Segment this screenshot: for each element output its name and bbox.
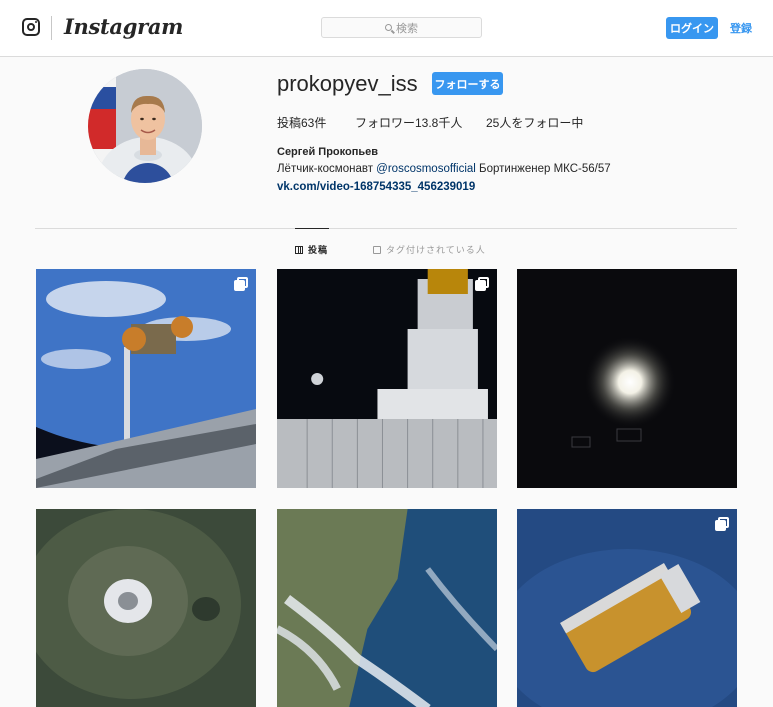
profile-full-name: Сергей Прокопьев — [277, 146, 379, 158]
post-tile-5[interactable] — [277, 509, 497, 707]
instagram-camera-icon[interactable] — [22, 18, 40, 36]
follow-button[interactable]: フォローする — [432, 72, 503, 95]
post-tile-4[interactable] — [36, 509, 256, 707]
search-input[interactable]: 検索 — [321, 17, 482, 38]
tab-tagged-label: タグ付けされている人 — [386, 245, 486, 255]
login-button[interactable]: ログイン — [666, 17, 718, 39]
search-placeholder: 検索 — [396, 22, 418, 35]
top-navigation-bar: Instagram 検索 ログイン 登録 — [0, 0, 773, 57]
search-icon — [385, 24, 392, 31]
tabs-divider — [35, 228, 737, 229]
tab-posts-label: 投稿 — [308, 245, 329, 255]
profile-username: prokopyev_iss — [277, 71, 418, 96]
profile-bio: Лётчик-космонавт @roscosmosofficial Борт… — [277, 163, 611, 175]
post-tile-3[interactable] — [517, 269, 737, 488]
followers-count[interactable]: フォロワー13.8千人 — [355, 114, 462, 131]
tab-posts[interactable]: 投稿 — [295, 243, 328, 256]
bio-mention-link[interactable]: @roscosmosofficial — [376, 163, 476, 175]
post-tile-6[interactable] — [517, 509, 737, 707]
multiple-photos-icon — [234, 277, 248, 291]
bio-text-prefix: Лётчик-космонавт — [277, 163, 377, 175]
profile-external-link[interactable]: vk.com/video-168754335_456239019 — [277, 181, 475, 193]
bio-text-suffix: Бортинженер МКС-56/57 — [475, 163, 611, 175]
tab-tagged[interactable]: タグ付けされている人 — [373, 243, 486, 256]
multiple-photos-icon — [475, 277, 489, 291]
signup-link[interactable]: 登録 — [730, 20, 752, 36]
instagram-wordmark[interactable]: Instagram — [64, 14, 183, 39]
grid-icon — [295, 245, 303, 254]
posts-count: 投稿63件 — [277, 116, 327, 130]
post-tile-2[interactable] — [277, 269, 497, 488]
multiple-photos-icon — [715, 517, 729, 531]
active-tab-indicator — [295, 228, 329, 229]
profile-avatar — [88, 69, 202, 183]
logo-divider — [51, 16, 52, 40]
tag-icon — [373, 245, 381, 254]
following-count[interactable]: 25人をフォロー中 — [486, 114, 583, 131]
post-tile-1[interactable] — [36, 269, 256, 488]
